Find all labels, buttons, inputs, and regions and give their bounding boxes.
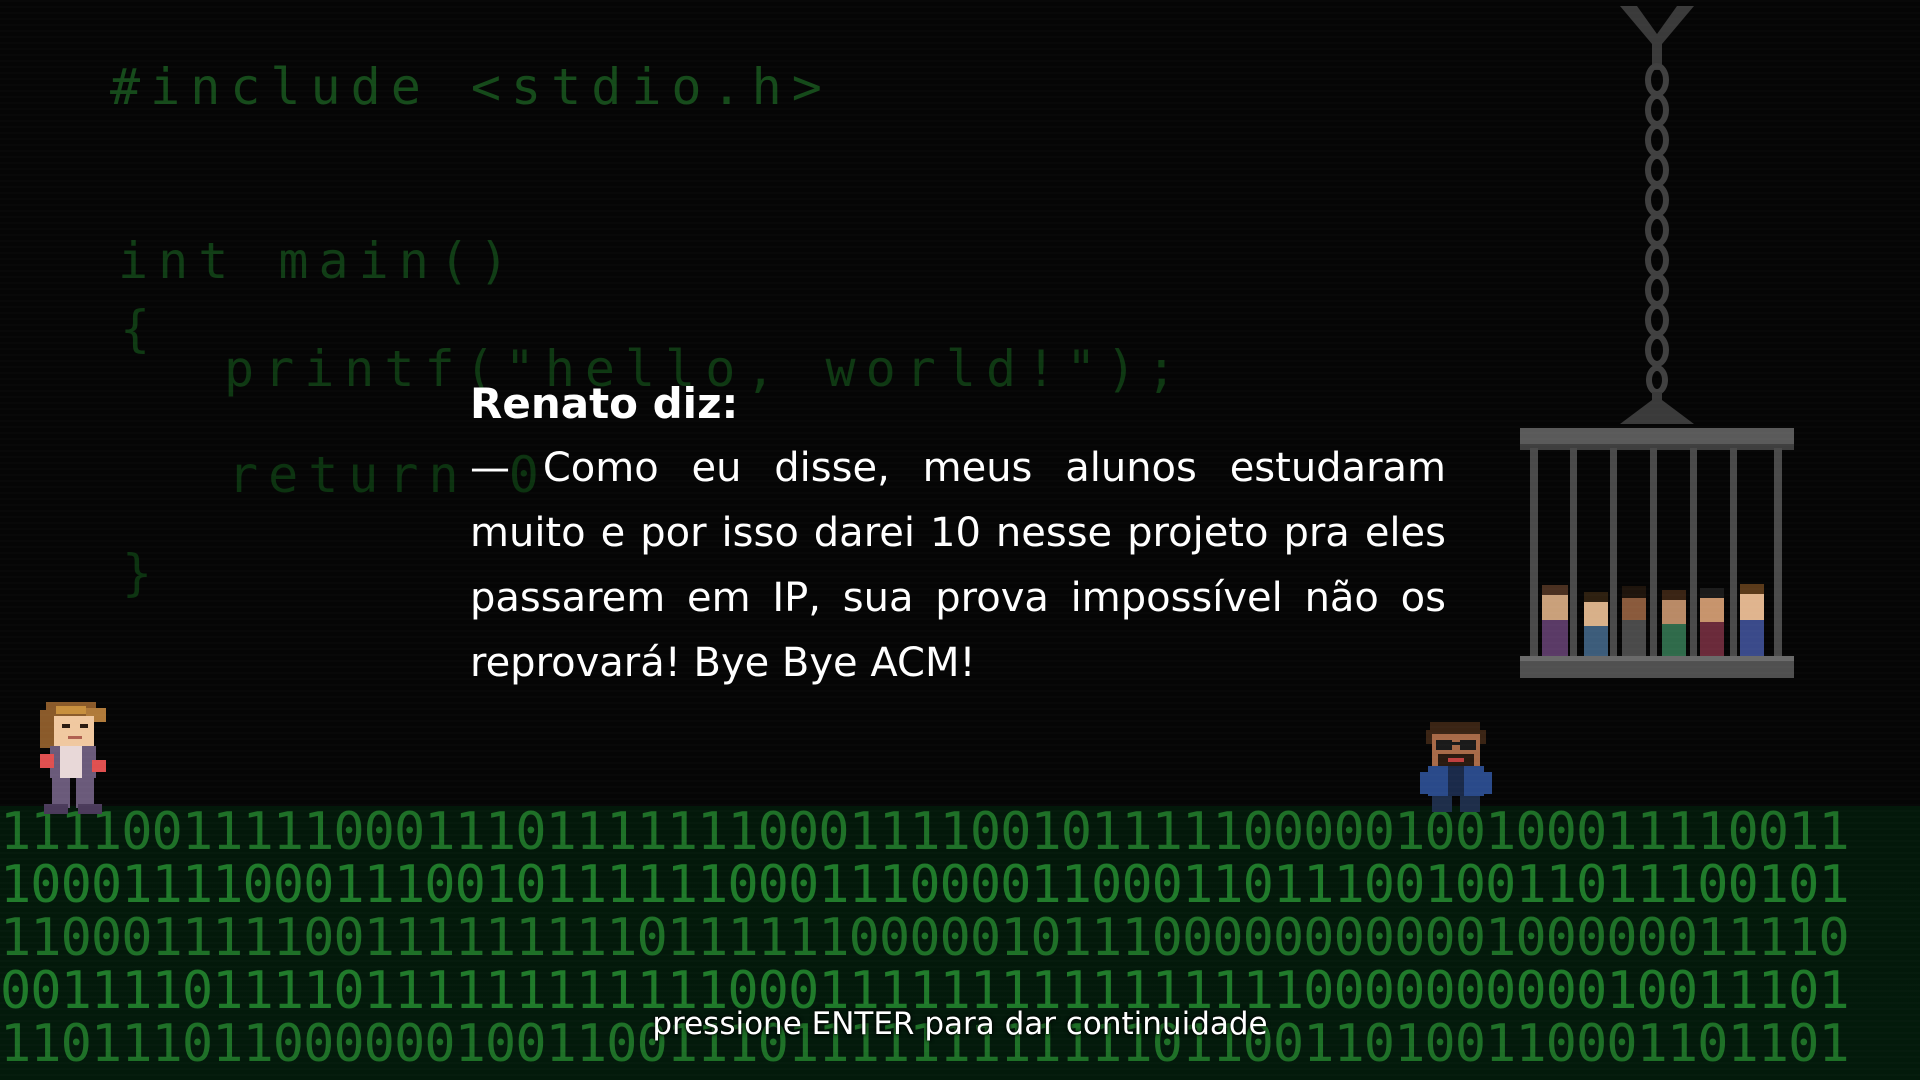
code-line-main: int main() (118, 232, 520, 290)
code-line-open-brace: { (120, 300, 161, 358)
binary-row: 1100011111001111111110111111000001011100… (0, 908, 1850, 968)
player-sprite-icon (36, 700, 112, 824)
villain-sprite-icon (1418, 720, 1494, 820)
continue-prompt: pressione ENTER para dar continuidade (652, 1006, 1268, 1042)
dialog-text: — Como eu disse, meus alunos estudaram m… (470, 445, 1446, 686)
binary-row: 1111001111100011101111111000111100101111… (0, 806, 1850, 862)
code-line-include: #include <stdio.h> (110, 58, 832, 116)
code-line-close-brace: } (122, 544, 163, 602)
dialog-speaker: Renato diz: (470, 379, 739, 428)
hanging-cage-icon (1512, 0, 1802, 690)
dialog-box: Renato diz: — Como eu disse, meus alunos… (470, 372, 1446, 696)
binary-row: 1000111100011100101111110001110000110001… (0, 855, 1850, 915)
